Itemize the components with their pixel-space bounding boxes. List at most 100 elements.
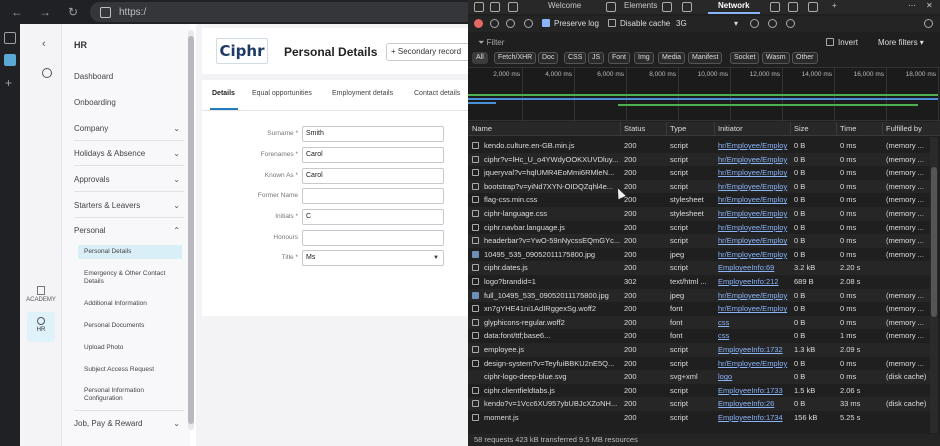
column-divider[interactable] xyxy=(790,122,791,136)
network-overview-timeline[interactable]: 2,000 ms 4,000 ms 6,000 ms 8,000 ms 10,000 m… xyxy=(468,67,940,122)
column-header-time[interactable]: Time xyxy=(840,124,856,133)
cell-initiator[interactable]: EmployeeInfo:1734 xyxy=(718,413,790,422)
cell-initiator[interactable]: hr/Employee/Employ xyxy=(718,304,790,313)
table-row[interactable]: ciphr.navbar.language.js 200 script hr/Empl… xyxy=(468,221,930,235)
former-name-field[interactable] xyxy=(302,188,444,204)
table-row[interactable]: full_10495_535_09052011175800.jpg 200 jpeg… xyxy=(468,288,930,303)
cell-initiator[interactable]: hr/Employee/Employ xyxy=(718,359,790,368)
type-filter-wasm[interactable]: Wasm xyxy=(762,52,790,64)
tab-welcome[interactable]: Welcome xyxy=(548,1,581,10)
device-toolbar-icon[interactable] xyxy=(490,2,500,12)
table-row[interactable]: employee.js 200 script EmployeeInfo:1732 1.3… xyxy=(468,343,930,357)
table-row[interactable]: kendo.culture.en-GB.min.js 200 script hr/Em… xyxy=(468,139,930,153)
table-row[interactable]: headerbar?v=YwO-59nNycssEQmGYc... 200 scri… xyxy=(468,234,930,248)
cell-initiator[interactable]: hr/Employee/Employ xyxy=(718,155,790,164)
ciphr-favicon-icon[interactable] xyxy=(4,54,16,66)
more-options-icon[interactable]: ⋯ xyxy=(908,1,916,10)
cell-initiator[interactable]: hr/Employee/Employ xyxy=(718,168,790,177)
disable-cache-checkbox[interactable] xyxy=(608,19,616,27)
type-filter-font[interactable]: Font xyxy=(608,52,631,64)
table-row[interactable]: flag-css.min.css 200 stylesheet hr/Employee… xyxy=(468,193,930,207)
console-icon[interactable] xyxy=(662,2,672,12)
clear-icon[interactable] xyxy=(490,19,499,28)
type-filter-media[interactable]: Media xyxy=(658,52,686,64)
type-filter-other[interactable]: Other xyxy=(792,52,818,64)
type-filter-socket[interactable]: Socket xyxy=(730,52,760,64)
nav-starters-leavers[interactable]: Starters & Leavers ⌄ xyxy=(74,201,184,210)
application-icon[interactable] xyxy=(808,2,818,12)
more-filters-button[interactable]: More filters ▾ xyxy=(878,38,924,47)
column-header-initiator[interactable]: Initiator xyxy=(718,124,743,133)
cell-initiator[interactable]: hr/Employee/Employ xyxy=(718,236,790,245)
performance-icon[interactable] xyxy=(770,2,780,12)
column-header-type[interactable]: Type xyxy=(670,124,686,133)
table-row[interactable]: kendo?v=1Vcc6XU957ybUBJcXZoNH... 200 scrip… xyxy=(468,397,930,411)
search-icon[interactable] xyxy=(524,19,533,28)
tab-equal-opportunities[interactable]: Equal opportunities xyxy=(252,90,312,97)
column-header-fulfilled-by[interactable]: Fulfilled by xyxy=(886,124,922,133)
record-icon[interactable] xyxy=(474,19,483,28)
nav-holidays-absence[interactable]: Holidays & Absence ⌄ xyxy=(74,149,184,158)
table-row[interactable]: moment.js 200 script EmployeeInfo:1734 156 k… xyxy=(468,411,930,425)
cell-initiator[interactable]: EmployeeInfo:26 xyxy=(718,399,790,408)
column-header-status[interactable]: Status xyxy=(624,124,645,133)
surname-field[interactable]: Smith xyxy=(302,126,444,142)
cell-initiator[interactable]: EmployeeInfo:1732 xyxy=(718,345,790,354)
table-row[interactable]: 10495_535_09052011175800.jpg 200 jpeg hr/Em… xyxy=(468,248,930,262)
back-icon[interactable]: ← xyxy=(6,2,28,22)
cell-initiator[interactable]: hr/Employee/Employ xyxy=(718,223,790,232)
type-filter-css[interactable]: CSS xyxy=(564,52,587,64)
search-icon[interactable] xyxy=(42,68,52,78)
filter-input[interactable]: ⏷ Filter xyxy=(478,38,504,48)
bug-icon[interactable] xyxy=(682,2,692,12)
type-filter-fetch-xhr[interactable]: Fetch/XHR xyxy=(494,52,537,64)
secondary-record-button[interactable]: + Secondary record xyxy=(386,43,474,61)
table-row[interactable]: ciphr?v=lHc_U_o4YWdyOOKXUVDluy... 200 scri… xyxy=(468,152,930,167)
filter-funnel-icon[interactable] xyxy=(506,19,515,28)
table-row[interactable]: bootstrap?v=yiNd7XYN-OIDQZqhl4e... 200 scr… xyxy=(468,179,930,194)
column-header-name[interactable]: Name xyxy=(472,124,492,133)
subnav-additional-information[interactable]: Additional Information xyxy=(78,297,182,311)
column-divider[interactable] xyxy=(836,122,837,136)
table-row[interactable]: data:font/ttf;base6... 200 font css 0 B 1 ms (… xyxy=(468,329,930,343)
refresh-icon[interactable]: ↻ xyxy=(62,2,84,22)
honours-field[interactable] xyxy=(302,230,444,246)
nav-personal[interactable]: Personal ⌃ xyxy=(74,226,184,235)
nav-scrollbar[interactable] xyxy=(188,30,194,430)
cell-initiator[interactable]: hr/Employee/Employ xyxy=(718,209,790,218)
cell-initiator[interactable]: hr/Employee/Employ xyxy=(718,250,790,259)
tab-network[interactable]: Network xyxy=(718,1,750,10)
table-row[interactable]: design-system?v=TeyfuiBBKU2nE5Q... 200 scr… xyxy=(468,357,930,371)
throttle-select[interactable]: 3G xyxy=(676,19,687,28)
title-select[interactable]: Ms ▼ xyxy=(302,250,444,266)
nav-company[interactable]: Company ⌄ xyxy=(74,124,184,133)
tab-contact-details[interactable]: Contact details xyxy=(414,90,460,97)
tabs-icon[interactable] xyxy=(4,32,16,44)
nav-approvals[interactable]: Approvals ⌄ xyxy=(74,175,184,184)
subnav-subject-access-request[interactable]: Subject Access Request xyxy=(78,363,182,377)
table-row[interactable]: xn7gYHE41ni1AdIRggexSg.woff2 200 font hr/Em… xyxy=(468,302,930,316)
nav-dashboard[interactable]: Dashboard xyxy=(74,72,184,81)
request-table-scrollbar[interactable] xyxy=(930,137,938,433)
cell-initiator[interactable]: EmployeeInfo:212 xyxy=(718,277,790,286)
forward-icon[interactable]: → xyxy=(34,2,56,22)
cell-initiator[interactable]: hr/Employee/Employ xyxy=(718,182,790,191)
forenames-field[interactable]: Carol xyxy=(302,147,444,163)
home-icon[interactable] xyxy=(508,2,518,12)
inspect-icon[interactable] xyxy=(474,2,484,12)
tab-details[interactable]: Details xyxy=(212,90,235,97)
type-filter-doc[interactable]: Doc xyxy=(538,52,559,64)
type-filter-js[interactable]: JS xyxy=(588,52,605,64)
wifi-settings-icon[interactable] xyxy=(750,19,759,28)
column-divider[interactable] xyxy=(714,122,715,136)
column-divider[interactable] xyxy=(666,122,667,136)
cell-initiator[interactable]: EmployeeInfo:69 xyxy=(718,263,790,272)
tab-employment-details[interactable]: Employment details xyxy=(332,90,393,97)
table-row[interactable]: logo?brandid=1 302 text/html ... EmployeeIn… xyxy=(468,275,930,289)
preserve-log-checkbox[interactable] xyxy=(542,19,550,27)
initials-field[interactable]: C xyxy=(302,209,444,225)
cell-initiator[interactable]: EmployeeInfo:1733 xyxy=(718,386,790,395)
subnav-personal-info-config[interactable]: Personal Information Configuration xyxy=(78,384,182,406)
nav-onboarding[interactable]: Onboarding xyxy=(74,98,184,107)
subnav-personal-documents[interactable]: Personal Documents xyxy=(78,319,182,333)
